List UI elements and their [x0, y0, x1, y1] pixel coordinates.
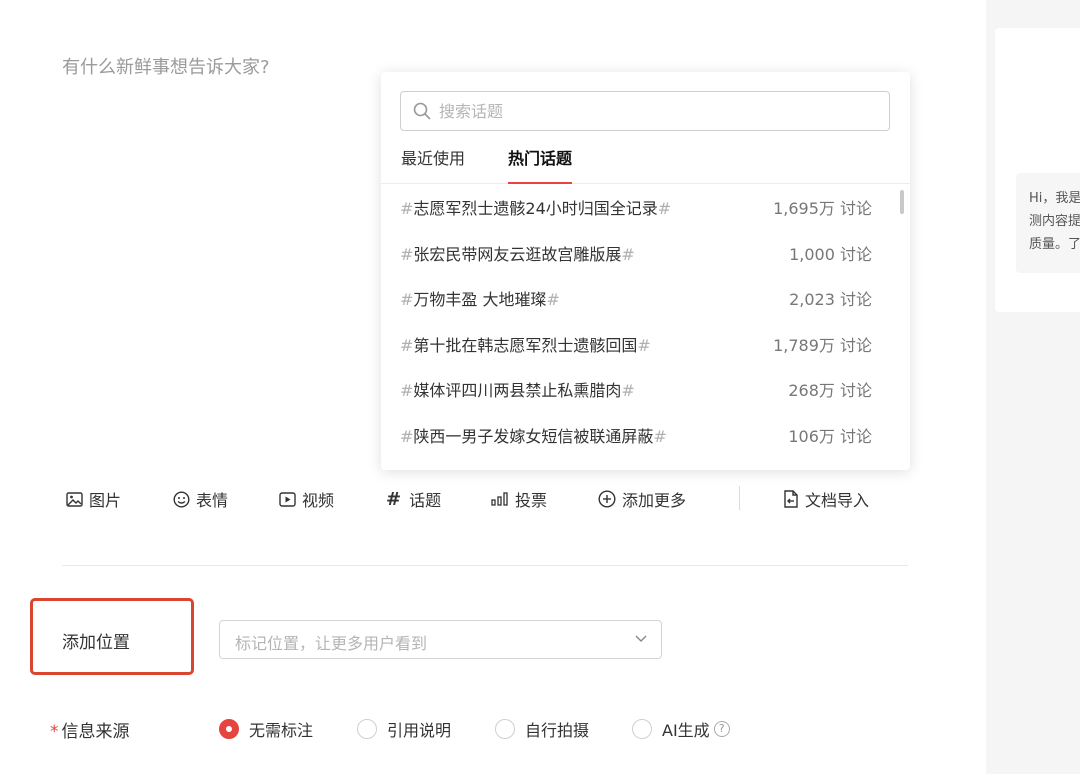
tab-recent[interactable]: 最近使用 [401, 148, 465, 184]
location-select[interactable]: 标记位置，让更多用户看到 [219, 620, 662, 659]
topic-list-scrollbar[interactable] [900, 190, 904, 214]
source-option-label: 引用说明 [387, 721, 452, 740]
section-divider [62, 565, 908, 566]
source-option-label: AI生成 [662, 721, 710, 740]
import-document-button-label: 文档导入 [805, 491, 870, 510]
image-icon [66, 491, 83, 507]
topic-item[interactable]: #媒体评四川两县禁止私熏腊肉# 268万 讨论 [381, 366, 910, 412]
topic-hash: # [653, 426, 667, 446]
source-option-self-shot[interactable]: 自行拍摄 [495, 717, 589, 741]
topic-item[interactable]: #第十批在韩志愿军烈士遗骸回国# 1,789万 讨论 [381, 321, 910, 367]
import-document-button[interactable]: 文档导入 [783, 487, 869, 511]
video-button-label: 视频 [302, 491, 335, 510]
topic-text: 第十批在韩志愿军烈士遗骸回国 [413, 335, 638, 355]
composer-input[interactable]: 有什么新鲜事想告诉大家? [62, 53, 270, 79]
topic-name: #万物丰盈 大地璀璨# [400, 286, 560, 310]
topic-count: 2,023 讨论 [789, 290, 872, 309]
hash-icon: # [386, 488, 402, 510]
radio-icon [632, 719, 652, 739]
topic-hash: # [657, 199, 672, 218]
topic-count: 1,000 讨论 [789, 244, 872, 264]
toolbar-separator [739, 486, 740, 510]
topic-list: #志愿军烈士遗骸24小时归国全记录# 1,695万 讨论 #张宏民带网友云逛故宫… [381, 184, 910, 457]
location-select-placeholder: 标记位置，让更多用户看到 [235, 634, 428, 653]
source-label-text: 信息来源 [61, 722, 130, 742]
topic-text: 万物丰盈 大地璀璨 [413, 290, 547, 309]
location-label: 添加位置 [62, 633, 130, 653]
radio-icon [357, 719, 377, 739]
topic-text: 媒体评四川两县禁止私熏腊肉 [413, 381, 622, 400]
assistant-tip-line: 测内容提 [1029, 214, 1080, 229]
add-more-button-label: 添加更多 [622, 491, 687, 510]
topic-hash: # [400, 426, 414, 446]
topic-hash: # [400, 381, 414, 400]
assistant-tip-line: Hi，我是 [1029, 191, 1080, 206]
topic-name: #张宏民带网友云逛故宫雕版展# [400, 241, 635, 265]
topic-hash: # [546, 290, 560, 309]
image-button-label: 图片 [89, 491, 122, 510]
topic-text: 陕西一男子发嫁女短信被联通屏蔽 [413, 426, 654, 446]
topic-hash: # [400, 199, 414, 218]
topic-count: 268万 讨论 [788, 381, 872, 400]
radio-icon [495, 719, 515, 739]
source-label: * 信息来源 [50, 717, 130, 742]
emoji-icon [173, 490, 190, 508]
topic-button-label: 话题 [409, 491, 442, 510]
vote-button[interactable]: 投票 [491, 487, 547, 511]
tab-hot[interactable]: 热门话题 [508, 148, 573, 184]
source-option-label: 自行拍摄 [525, 721, 590, 740]
required-mark: * [50, 722, 59, 742]
radio-checked-icon [219, 719, 239, 739]
topic-count: 1,695万 讨论 [773, 199, 872, 218]
topic-item[interactable]: #志愿军烈士遗骸24小时归国全记录# 1,695万 讨论 [381, 184, 910, 230]
assistant-tip: Hi，我是 测内容提 质量。了 [1016, 173, 1080, 273]
topic-count: 1,789万 讨论 [773, 335, 872, 355]
topic-hash: # [621, 244, 635, 264]
topic-count: 106万 讨论 [788, 426, 872, 446]
document-import-icon [784, 490, 798, 508]
topic-name: #第十批在韩志愿军烈士遗骸回国# [400, 332, 651, 356]
topic-name: #志愿军烈士遗骸24小时归国全记录# [400, 195, 671, 219]
emoji-button[interactable]: 表情 [173, 487, 228, 511]
source-option-ai[interactable]: AI生成 ? [632, 717, 730, 741]
topic-hash: # [400, 290, 414, 309]
chevron-down-icon [635, 635, 647, 642]
topic-item[interactable]: #张宏民带网友云逛故宫雕版展# 1,000 讨论 [381, 230, 910, 276]
topic-search-input[interactable] [439, 98, 879, 124]
search-icon [413, 102, 431, 120]
assistant-tip-line: 质量。了 [1029, 237, 1080, 252]
topic-item[interactable]: #陕西一男子发嫁女短信被联通屏蔽# 106万 讨论 [381, 412, 910, 458]
topic-item[interactable]: #万物丰盈 大地璀璨# 2,023 讨论 [381, 275, 910, 321]
topic-text: 张宏民带网友云逛故宫雕版展 [413, 244, 622, 264]
topic-text: 志愿军烈士遗骸24小时归国全记录 [413, 199, 658, 218]
topic-name: #陕西一男子发嫁女短信被联通屏蔽# [400, 423, 667, 447]
source-option-none[interactable]: 无需标注 [219, 717, 313, 741]
topic-hash: # [637, 335, 651, 355]
topic-tabs: 最近使用 热门话题 [381, 148, 910, 184]
help-icon[interactable]: ? [713, 721, 730, 737]
topic-search-box[interactable] [400, 91, 890, 131]
bar-chart-icon [491, 492, 508, 506]
plus-circle-icon [598, 490, 616, 508]
topic-hash: # [400, 335, 414, 355]
topic-button[interactable]: # 话题 [386, 487, 441, 511]
video-button[interactable]: 视频 [279, 487, 334, 511]
source-option-quote[interactable]: 引用说明 [357, 717, 451, 741]
topic-hash: # [621, 381, 635, 400]
vote-button-label: 投票 [515, 491, 548, 510]
video-icon [279, 491, 296, 507]
topic-name: #媒体评四川两县禁止私熏腊肉# [400, 377, 635, 401]
emoji-button-label: 表情 [196, 491, 229, 510]
topic-popup: 最近使用 热门话题 #志愿军烈士遗骸24小时归国全记录# 1,695万 讨论 #… [381, 72, 910, 470]
add-more-button[interactable]: 添加更多 [598, 487, 686, 511]
topic-hash: # [400, 244, 414, 264]
image-button[interactable]: 图片 [66, 487, 121, 511]
source-option-label: 无需标注 [249, 721, 314, 740]
